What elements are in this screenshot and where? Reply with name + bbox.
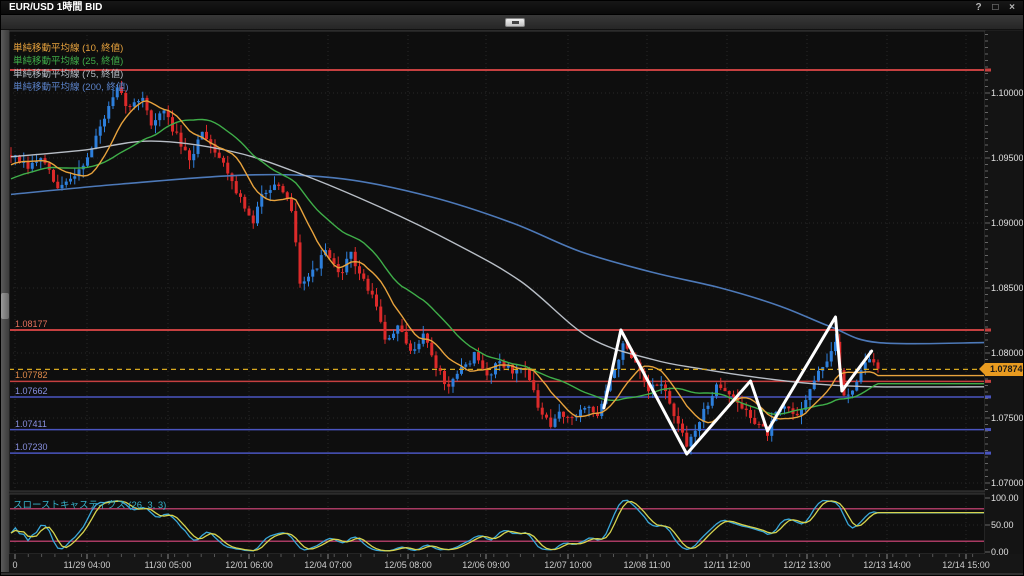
window-controls: ? □ ×	[971, 1, 1019, 15]
hline-price-label: 1.07411	[15, 419, 47, 429]
price-axis-label: 1.10000	[991, 88, 1024, 98]
time-axis[interactable]: 011/29 04:0011/30 05:0012/01 06:0012/04 …	[1, 554, 1009, 572]
price-axis-label: 1.09500	[991, 153, 1024, 163]
stoch-axis-label: 50.00	[991, 520, 1014, 530]
hline-price-label: 1.08177	[15, 319, 48, 329]
time-axis-label: 12/04 07:00	[288, 560, 368, 570]
time-axis-label: 12/01 06:00	[209, 560, 289, 570]
time-axis-label: 11/29 04:00	[47, 560, 127, 570]
time-axis-label: 12/14 15:00	[926, 560, 1006, 570]
hline-price-label: 1.07782	[15, 370, 48, 380]
hline-price-label: 1.07662	[15, 386, 48, 396]
time-axis-label: 12/06 09:00	[446, 560, 526, 570]
time-axis-label: 12/13 14:00	[847, 560, 927, 570]
close-button[interactable]: ×	[1005, 1, 1019, 15]
toolbar-collapse-button[interactable]	[505, 18, 525, 27]
price-axis-label: 1.08000	[991, 348, 1024, 358]
window-titlebar[interactable]: EUR/USD 1時間 BID ? □ ×	[1, 1, 1024, 15]
bottom-strip	[1, 572, 1024, 576]
sidebar-collapse-handle[interactable]	[1, 293, 9, 319]
window-title: EUR/USD 1時間 BID	[9, 2, 102, 13]
time-axis-label: 12/12 13:00	[767, 560, 847, 570]
time-axis-label: 12/07 10:00	[528, 560, 608, 570]
hline-price-label: 1.07230	[15, 442, 48, 452]
left-sidebar-rail	[1, 30, 9, 572]
grip-icon	[512, 21, 519, 24]
time-axis-label: 12/05 08:00	[368, 560, 448, 570]
trading-chart-window: EUR/USD 1時間 BID ? □ × 単純移動平均線 (10, 終値)単純…	[0, 0, 1024, 576]
help-button[interactable]: ?	[971, 1, 985, 15]
toolbar-strip	[1, 15, 1024, 30]
time-axis-label: 12/08 11:00	[607, 560, 687, 570]
price-axis-label: 1.09000	[991, 218, 1024, 228]
chart-canvas[interactable]	[1, 1, 1024, 576]
time-axis-label: 11/30 05:00	[128, 560, 208, 570]
price-axis-label: 1.07500	[991, 413, 1024, 423]
time-axis-label: 12/11 12:00	[687, 560, 767, 570]
maximize-button[interactable]: □	[988, 1, 1002, 15]
stoch-axis-label: 100.00	[991, 493, 1019, 503]
price-axis-label: 1.07000	[991, 478, 1024, 488]
price-axis-label: 1.08500	[991, 283, 1024, 293]
